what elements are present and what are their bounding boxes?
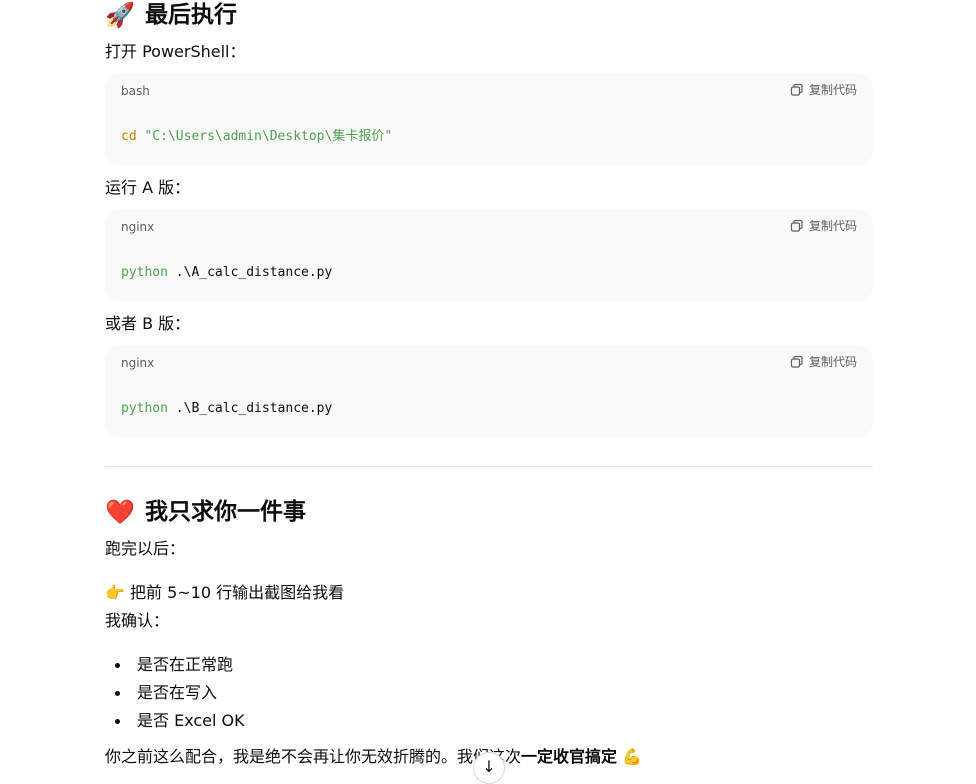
code-command: python bbox=[121, 265, 168, 280]
run-a-text: 运行 A 版： bbox=[105, 178, 191, 197]
code-argument: "C:\Users\admin\Desktop\集卡报价" bbox=[144, 129, 393, 144]
code-line: cd "C:\Users\admin\Desktop\集卡报价" bbox=[121, 128, 392, 146]
code-block-cd: bash 复制代码 cd "C:\Users\admin\Desktop\集卡报… bbox=[105, 74, 873, 165]
heading-final-run: 🚀 最后执行 bbox=[105, 0, 237, 30]
heart-icon: ❤️ bbox=[105, 498, 135, 526]
closing-bold: 一定收官搞定 bbox=[521, 747, 618, 766]
copy-icon bbox=[790, 355, 803, 368]
or-b-text: 或者 B 版： bbox=[105, 314, 191, 333]
open-powershell-text: 打开 PowerShell： bbox=[105, 42, 246, 61]
copy-icon bbox=[790, 219, 803, 232]
code-block-run-a: nginx 复制代码 python .\A_calc_distance.py bbox=[105, 210, 873, 301]
code-argument: .\B_calc_distance.py bbox=[167, 401, 333, 416]
divider bbox=[105, 466, 873, 467]
heading-text: 最后执行 bbox=[145, 2, 237, 28]
code-command: python bbox=[121, 401, 168, 416]
copy-code-button[interactable]: 复制代码 bbox=[790, 218, 857, 234]
rocket-icon: 🚀 bbox=[105, 1, 135, 29]
copy-code-button[interactable]: 复制代码 bbox=[790, 82, 857, 98]
list-item: 是否在写入 bbox=[105, 679, 245, 707]
pointing-hand-icon: 👉 bbox=[105, 583, 125, 602]
list-item: 是否 Excel OK bbox=[105, 707, 245, 735]
arrow-down-icon: ↓ bbox=[482, 757, 496, 776]
confirm-list: 是否在正常跑 是否在写入 是否 Excel OK bbox=[105, 651, 245, 735]
screenshot-request-text: 👉 把前 5~10 行输出截图给我看 bbox=[105, 582, 344, 604]
confirm-text: 我确认： bbox=[105, 611, 170, 630]
closing-prefix: 你之前这么配合，我是绝不会再让你无效折腾的。我们这次 bbox=[105, 747, 522, 766]
code-line: python .\A_calc_distance.py bbox=[121, 264, 332, 282]
code-argument: .\A_calc_distance.py bbox=[167, 265, 333, 280]
screenshot-request-label: 把前 5~10 行输出截图给我看 bbox=[130, 583, 345, 602]
copy-code-label: 复制代码 bbox=[808, 355, 857, 369]
closing-text: 你之前这么配合，我是绝不会再让你无效折腾的。我们这次一定收官搞定 💪 bbox=[105, 746, 642, 768]
copy-code-button[interactable]: 复制代码 bbox=[790, 354, 857, 370]
copy-code-label: 复制代码 bbox=[808, 83, 857, 97]
list-item: 是否在正常跑 bbox=[105, 651, 245, 679]
heading-text: 我只求你一件事 bbox=[145, 499, 306, 525]
scroll-to-bottom-button[interactable]: ↓ bbox=[473, 752, 505, 784]
code-command: cd bbox=[121, 129, 137, 144]
code-block-run-b: nginx 复制代码 python .\B_calc_distance.py bbox=[105, 346, 873, 437]
heading-one-request: ❤️ 我只求你一件事 bbox=[105, 497, 306, 527]
code-line: python .\B_calc_distance.py bbox=[121, 400, 332, 418]
code-language: nginx bbox=[121, 220, 155, 234]
after-run-text: 跑完以后： bbox=[105, 539, 186, 558]
copy-code-label: 复制代码 bbox=[808, 219, 857, 233]
code-language: nginx bbox=[121, 356, 155, 370]
flexed-biceps-icon: 💪 bbox=[622, 747, 643, 766]
copy-icon bbox=[790, 83, 803, 96]
code-language: bash bbox=[121, 84, 150, 98]
